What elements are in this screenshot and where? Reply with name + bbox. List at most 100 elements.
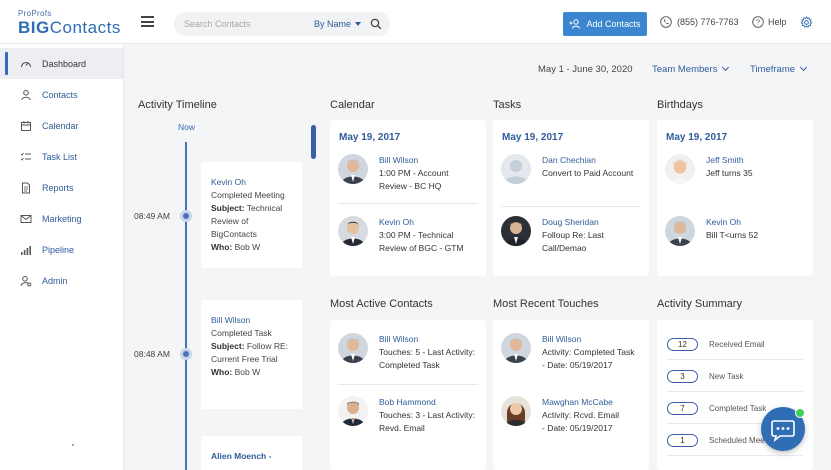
chevron-down-icon (800, 63, 808, 72)
list-item[interactable]: Jeff Smith Jeff turns 35 (665, 154, 805, 194)
birthdays-date: May 19, 2017 (666, 132, 728, 143)
timeline-card[interactable]: Bill Wilson Completed Task Subject: Foll… (201, 300, 302, 409)
summary-label: Received Email (709, 340, 765, 349)
most-active-contacts-title: Most Active Contacts (330, 298, 433, 310)
summary-row[interactable]: 3 New Task (667, 360, 803, 392)
sidebar: Dashboard Contacts Calendar Task List Re… (0, 44, 124, 470)
tasks-title: Tasks (493, 99, 522, 111)
birthdays-card: May 19, 2017 Jeff Smith Jeff turns 35 Kev… (657, 120, 813, 276)
logo-small-text: ProProfs (18, 9, 52, 18)
phone-number[interactable]: (855) 776-7763 (660, 16, 739, 28)
calendar-card: May 19, 2017 Bill Wilson 1:00 PM - Accoun… (330, 120, 486, 276)
most-active-card: Bill Wilson Touches: 5 - Last Activity: Co… (330, 320, 486, 470)
help-icon: ? (752, 16, 764, 28)
avatar (501, 216, 531, 246)
timeline-dot (180, 348, 192, 360)
avatar (338, 333, 368, 363)
sidebar-item-contacts[interactable]: Contacts (0, 79, 123, 110)
list-item[interactable]: Bob Hammond Touches: 3 - Last Activity: Re… (338, 396, 478, 438)
avatar (338, 154, 368, 184)
count-badge: 1 (667, 434, 698, 447)
count-badge: 3 (667, 370, 698, 383)
dashboard-icon (20, 61, 32, 67)
count-badge: 12 (667, 338, 698, 351)
timeline-card[interactable]: Alien Moench - (201, 436, 302, 470)
recent-touches-card: Bill Wilson Activity: Completed Task - Dat… (493, 320, 649, 470)
list-item[interactable]: Bill Wilson 1:00 PM - Account Review - BC… (338, 154, 478, 194)
team-members-dropdown[interactable]: Team Members (652, 63, 730, 75)
phone-icon (660, 16, 672, 28)
summary-row[interactable]: 12 Received Email (667, 328, 803, 360)
marketing-icon (20, 214, 32, 223)
svg-text:?: ? (756, 18, 760, 27)
list-item[interactable]: Kevin Oh Bill T<urns 52 (665, 216, 805, 256)
search-by-dropdown[interactable]: By Name (314, 19, 362, 29)
contacts-icon (21, 89, 31, 100)
tasks-date: May 19, 2017 (502, 132, 564, 143)
sidebar-item-calendar[interactable]: Calendar (0, 110, 123, 141)
calendar-title: Calendar (330, 99, 375, 111)
summary-label: Scheduled Mee (709, 436, 765, 445)
timeline-scrollbar[interactable] (311, 125, 316, 159)
list-item[interactable]: Bill Wilson Touches: 5 - Last Activity: Co… (338, 333, 478, 375)
timeframe-dropdown[interactable]: Timeframe (750, 63, 808, 75)
count-badge: 7 (667, 402, 698, 415)
avatar (665, 216, 695, 246)
calendar-icon (21, 120, 31, 131)
avatar (501, 333, 531, 363)
sidebar-item-task-list[interactable]: Task List (0, 141, 123, 172)
activity-summary-title: Activity Summary (657, 298, 742, 310)
search-bar: By Name (174, 12, 390, 36)
sidebar-item-admin[interactable]: Admin (0, 265, 123, 296)
list-item[interactable]: Bill Wilson Activity: Completed Task - Dat… (501, 333, 641, 375)
sidebar-dot (72, 444, 74, 446)
task-list-icon (20, 152, 31, 161)
divider (338, 203, 478, 204)
caret-down-icon (355, 22, 362, 26)
timeline-line (185, 142, 187, 470)
list-item[interactable]: Dan Chechian Convert to Paid Account (501, 154, 641, 194)
summary-label: Completed Task (709, 404, 767, 413)
top-header: ProProfs BIGContacts By Name Add Contact… (0, 0, 831, 44)
add-contacts-button[interactable]: Add Contacts (563, 12, 647, 36)
search-input[interactable] (184, 16, 304, 32)
sidebar-item-marketing[interactable]: Marketing (0, 203, 123, 234)
pipeline-icon (21, 245, 31, 255)
avatar (665, 154, 695, 184)
proprofs-bigcontacts-logo[interactable]: ProProfs BIGContacts (18, 9, 121, 36)
timeline-card[interactable]: Kevin Oh Completed Meeting Subject: Tech… (201, 162, 302, 268)
menu-toggle-icon[interactable] (141, 16, 154, 27)
reports-icon (22, 182, 30, 193)
date-range: May 1 - June 30, 2020 (538, 64, 633, 75)
sidebar-item-dashboard[interactable]: Dashboard (0, 48, 123, 79)
help-link[interactable]: ? Help (752, 16, 787, 28)
main-content: May 1 - June 30, 2020 Team Members Timef… (124, 44, 831, 470)
admin-icon (20, 275, 32, 286)
avatar (501, 396, 531, 426)
list-item[interactable]: Kevin Oh 3:00 PM - Technical Review of BG… (338, 216, 478, 256)
list-item[interactable]: Doug Sheridan Folloup Re: Last Call/Demao (501, 216, 641, 256)
timeline-time: 08:48 AM (134, 349, 170, 359)
gear-icon[interactable] (800, 16, 813, 29)
list-item[interactable]: Mawghan McCabe Activity: Rcvd. Email - Dat… (501, 396, 641, 438)
search-icon[interactable] (370, 18, 382, 30)
chevron-down-icon (722, 63, 730, 72)
add-contacts-label: Add Contacts (586, 19, 641, 29)
activity-timeline-title: Activity Timeline (138, 99, 217, 111)
avatar (338, 216, 368, 246)
most-recent-touches-title: Most Recent Touches (493, 298, 599, 310)
calendar-date: May 19, 2017 (339, 132, 401, 143)
avatar (501, 154, 531, 184)
summary-label: New Task (709, 372, 744, 381)
avatar (338, 396, 368, 426)
timeline-dot (180, 210, 192, 222)
tasks-card: May 19, 2017 Dan Chechian Convert to Paid… (493, 120, 649, 276)
birthdays-title: Birthdays (657, 99, 703, 111)
sidebar-item-reports[interactable]: Reports (0, 172, 123, 203)
online-status-indicator (795, 408, 805, 418)
sidebar-item-pipeline[interactable]: Pipeline (0, 234, 123, 265)
timeline-now-label: Now (178, 122, 196, 132)
divider (338, 384, 478, 385)
logo-main-text: BIGContacts (18, 18, 121, 37)
divider (501, 206, 641, 207)
